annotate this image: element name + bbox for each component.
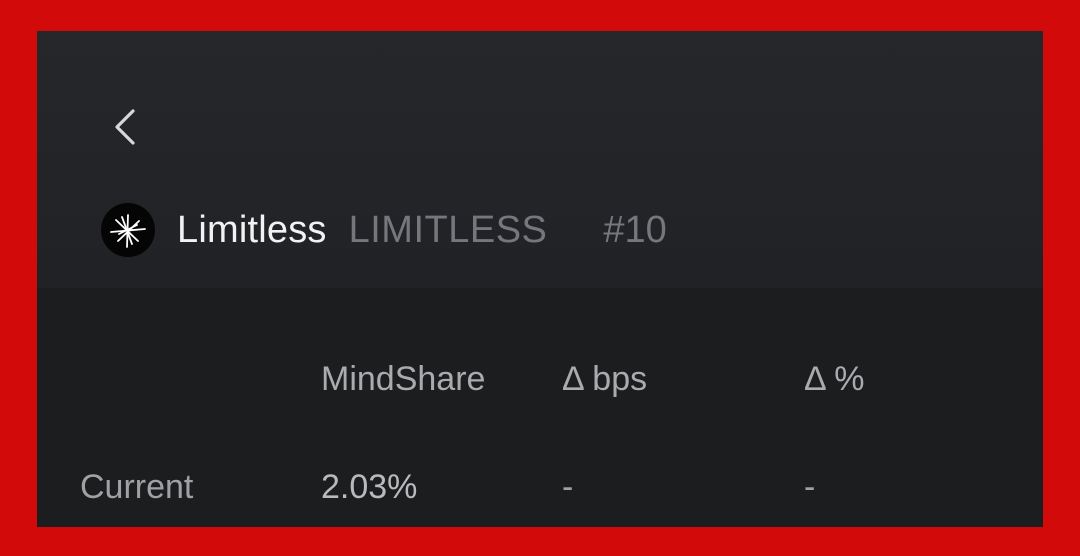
token-detail-panel: Limitless LIMITLESS #10 MindShare Δ bps … <box>37 31 1043 527</box>
cell-mindshare: 2.03% <box>321 468 418 506</box>
token-name: Limitless <box>177 208 327 251</box>
limitless-starburst-logo-icon <box>110 214 146 248</box>
token-logo <box>101 203 155 257</box>
token-ticker: LIMITLESS <box>348 208 548 251</box>
column-header-delta-pct: Δ % <box>804 360 865 398</box>
row-label-current: Current <box>80 468 194 506</box>
token-title-row: Limitless LIMITLESS #10 <box>101 200 667 260</box>
column-header-mindshare: MindShare <box>321 360 486 398</box>
chevron-left-icon <box>115 109 135 145</box>
mindshare-table: MindShare Δ bps Δ % Current 2.03% - - <box>37 288 1043 527</box>
column-header-delta-bps: Δ bps <box>562 360 648 398</box>
cell-delta-pct: - <box>804 468 816 506</box>
token-header: Limitless LIMITLESS #10 <box>37 31 1043 288</box>
token-rank: #10 <box>603 208 667 251</box>
cell-delta-bps: - <box>562 468 574 506</box>
back-button[interactable] <box>105 105 145 149</box>
